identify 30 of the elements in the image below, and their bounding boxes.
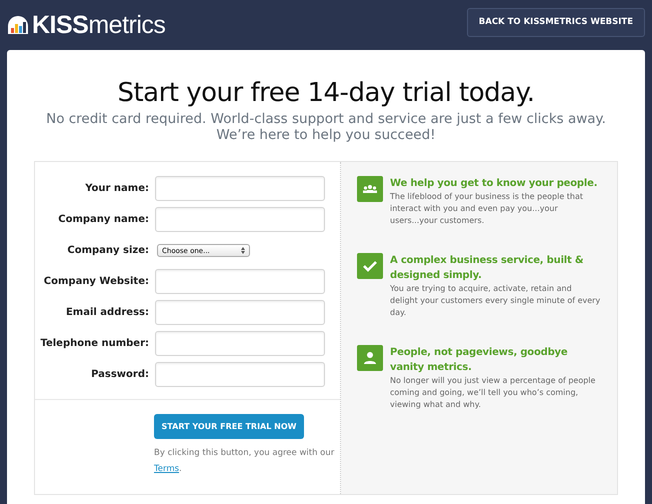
feature-text: The lifeblood of your business is the people that interact with you and even pay you...your users...your customers. bbox=[390, 191, 584, 227]
logo-text: KISSmetrics bbox=[32, 10, 166, 40]
feature-text: You are trying to acquire, activate, retain and delight your customers every single minute of every day. bbox=[390, 283, 601, 319]
feature-title: We help you get to know your people. bbox=[390, 177, 598, 191]
subtitle: No credit card required. World-class support and service are just a few clicks away. We’re here to help you succeed! bbox=[45, 111, 607, 143]
field-label: Your name: bbox=[84, 183, 149, 194]
page-title: Start your free 14-day trial today. bbox=[116, 78, 536, 108]
text-input[interactable] bbox=[155, 300, 325, 325]
field-label: Password: bbox=[90, 369, 149, 380]
back-button[interactable]: BACK TO KISSMETRICS WEBSITE bbox=[466, 8, 645, 36]
person-icon bbox=[362, 350, 378, 366]
submit-button[interactable]: START YOUR FREE TRIAL NOW bbox=[154, 414, 304, 439]
feature-title: People, not pageviews, goodbye vanity metrics. bbox=[390, 346, 568, 375]
text-input[interactable] bbox=[155, 207, 325, 232]
check-icon bbox=[362, 258, 378, 274]
agreement-text: By clicking this button, you agree with our Terms. bbox=[154, 447, 336, 476]
feature-text: No longer will you just view a percentage of people coming and going, we’ll tell you who’s coming, viewing what and why. bbox=[390, 375, 596, 411]
field-label: Email address: bbox=[64, 307, 149, 318]
text-input[interactable] bbox=[155, 269, 325, 294]
text-input[interactable] bbox=[155, 331, 325, 356]
field-label: Telephone number: bbox=[39, 338, 149, 349]
field-label: Company Website: bbox=[42, 276, 149, 287]
field-label: Company name: bbox=[57, 214, 149, 225]
logo-icon bbox=[6, 14, 30, 36]
field-label: Company size: bbox=[66, 245, 149, 256]
updown-arrows-icon bbox=[241, 247, 245, 254]
password-input[interactable] bbox=[155, 362, 325, 387]
text-input[interactable] bbox=[155, 176, 325, 201]
feature-title: A complex business service, built & designed simply. bbox=[390, 254, 584, 283]
terms-link[interactable]: Terms bbox=[154, 464, 180, 474]
